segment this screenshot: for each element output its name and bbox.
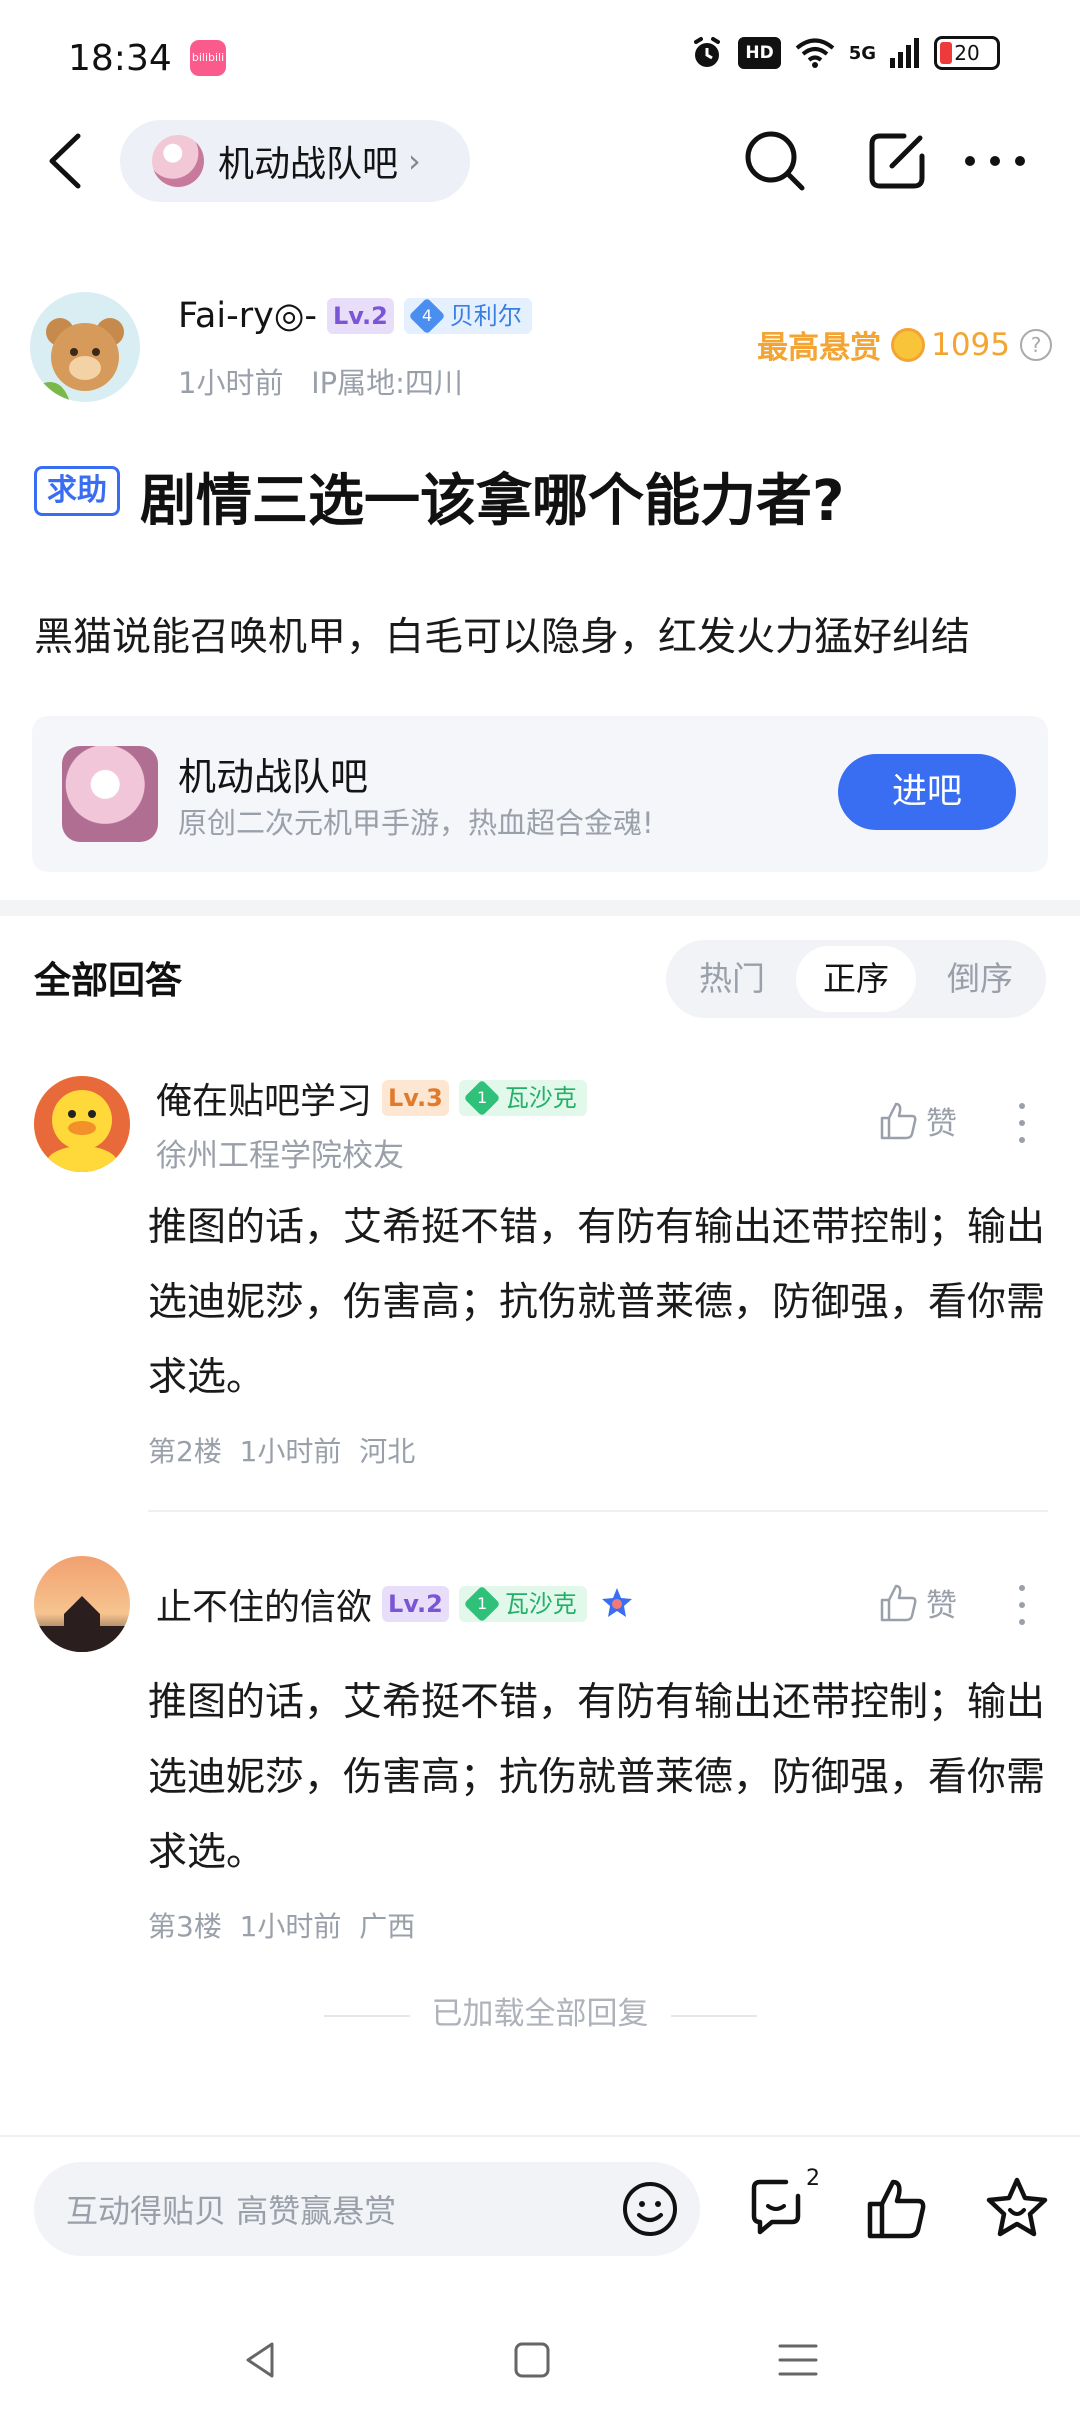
status-icons: HD 5G 20 [690,36,1000,70]
help-icon[interactable]: ? [1020,328,1052,361]
rank-badge: 4 贝利尔 [403,297,532,335]
coin-icon [891,327,926,362]
wifi-icon [795,38,834,68]
comment-button[interactable]: 2 [746,2166,820,2244]
sort-toggle: 热门 正序 倒序 [666,940,1046,1018]
author-avatar[interactable] [30,292,140,402]
commenter-name-row: 俺在贴吧学习 Lv.3 1 瓦沙克 [156,1072,587,1124]
thumbs-up-icon [880,1102,917,1139]
commenter-avatar[interactable] [34,1076,130,1172]
comment-count: 2 [806,2166,820,2191]
like-button[interactable]: 赞 [878,1580,957,1625]
bounty[interactable]: 最高悬赏 1095 ? [757,322,1052,367]
sort-descending[interactable]: 倒序 [920,946,1040,1012]
network-type: 5G [848,42,876,64]
more-options-icon[interactable] [1010,1582,1034,1628]
rank-num: 1 [476,1594,487,1613]
bounty-label: 最高悬赏 [757,330,882,366]
thumbs-up-icon [880,1584,917,1621]
back-arrow-icon[interactable] [40,130,90,192]
reply-input[interactable]: 互动得贴贝 高赞赢悬赏 [34,2162,700,2256]
level-badge: Lv.2 [382,1586,449,1622]
system-home-icon[interactable] [502,2330,562,2390]
bounty-amount: 1095 [931,326,1010,363]
loaded-all-notice: 已加载全部回复 [0,1988,1080,2033]
rank-name: 瓦沙克 [504,1590,577,1618]
emoji-icon[interactable] [620,2179,680,2239]
rank-badge: 1 瓦沙克 [458,1585,587,1623]
author-name-row: Fai-ry◎- Lv.2 4 贝利尔 [178,296,532,336]
commenter-name[interactable]: 俺在贴吧学习 [156,1072,372,1124]
sort-ascending[interactable]: 正序 [796,946,916,1012]
rank-num: 4 [421,306,432,325]
rank-num: 1 [476,1088,487,1107]
comment-meta: 第3楼 1小时前 广西 [148,1910,416,1943]
rank-name: 瓦沙克 [504,1084,577,1112]
commenter-avatar[interactable] [34,1556,130,1652]
search-icon[interactable] [740,126,810,196]
like-label: 赞 [926,1588,957,1624]
rank-badge: 1 瓦沙克 [458,1079,587,1117]
commenter-school: 徐州工程学院校友 [156,1138,404,1174]
author-name[interactable]: Fai-ry◎- [178,296,317,336]
bilibili-app-icon: bilibili [190,40,226,76]
forum-avatar [152,135,204,187]
answers-heading: 全部回答 [34,959,182,1002]
alarm-icon [694,37,721,67]
forum-card-desc: 原创二次元机甲手游，热血超合金魂! [178,806,654,840]
badge-emblem-icon [601,1588,632,1617]
forum-chip-name: 机动战队吧 [218,144,399,185]
forum-chip[interactable]: 机动战队吧 › [120,120,470,202]
status-time: 18:34 [68,38,172,79]
like-label: 赞 [926,1106,957,1142]
comment-body: 推图的话，艾希挺不错，有防有输出还带控制；输出选迪妮莎，伤害高；抗伤就普莱德，防… [148,1205,1046,1400]
share-edit-icon[interactable] [862,126,932,196]
reply-placeholder: 互动得贴贝 高赞赢悬赏 [66,2192,397,2230]
thumbs-up-icon[interactable] [862,2174,932,2244]
system-menu-icon[interactable] [768,2330,828,2390]
loaded-all-text: 已加载全部回复 [431,1996,649,2032]
comment-body: 推图的话，艾希挺不错，有防有输出还带控制；输出选迪妮莎，伤害高；抗伤就普莱德，防… [148,1680,1046,1875]
help-tag: 求助 [34,466,120,516]
comment-divider [148,1510,1048,1512]
like-button[interactable]: 赞 [878,1098,957,1143]
enter-forum-button[interactable]: 进吧 [838,754,1016,830]
more-icon[interactable] [960,126,1030,196]
level-badge: Lv.3 [382,1080,449,1116]
sort-hot[interactable]: 热门 [672,946,792,1012]
section-divider [0,900,1080,916]
more-options-icon[interactable] [1010,1100,1034,1146]
hd-indicator: HD [738,37,781,69]
forum-card[interactable]: 机动战队吧 原创二次元机甲手游，热血超合金魂! 进吧 [32,716,1048,872]
battery-icon: 20 [934,36,1000,70]
bottom-divider [0,2135,1080,2137]
rank-name: 贝利尔 [449,302,522,330]
commenter-name[interactable]: 止不住的信欲 [156,1578,372,1630]
commenter-name-row: 止不住的信欲 Lv.2 1 瓦沙克 [156,1578,637,1630]
forum-card-name: 机动战队吧 [178,755,369,799]
battery-level: 20 [954,41,980,65]
system-back-icon[interactable] [232,2330,292,2390]
signal-icon [890,38,919,68]
chevron-right-icon: › [408,142,421,180]
post-title: 剧情三选一该拿哪个能力者? [140,469,845,534]
level-badge: Lv.2 [327,298,394,334]
comment-icon [751,2179,801,2235]
forum-card-avatar [62,746,158,842]
comment-meta: 第2楼 1小时前 河北 [148,1435,416,1468]
post-body: 黑猫说能召唤机甲，白毛可以隐身，红发火力猛好纠结 [34,615,971,660]
star-icon[interactable] [982,2174,1052,2244]
author-meta: 1小时前 IP属地:四川 [178,366,463,400]
